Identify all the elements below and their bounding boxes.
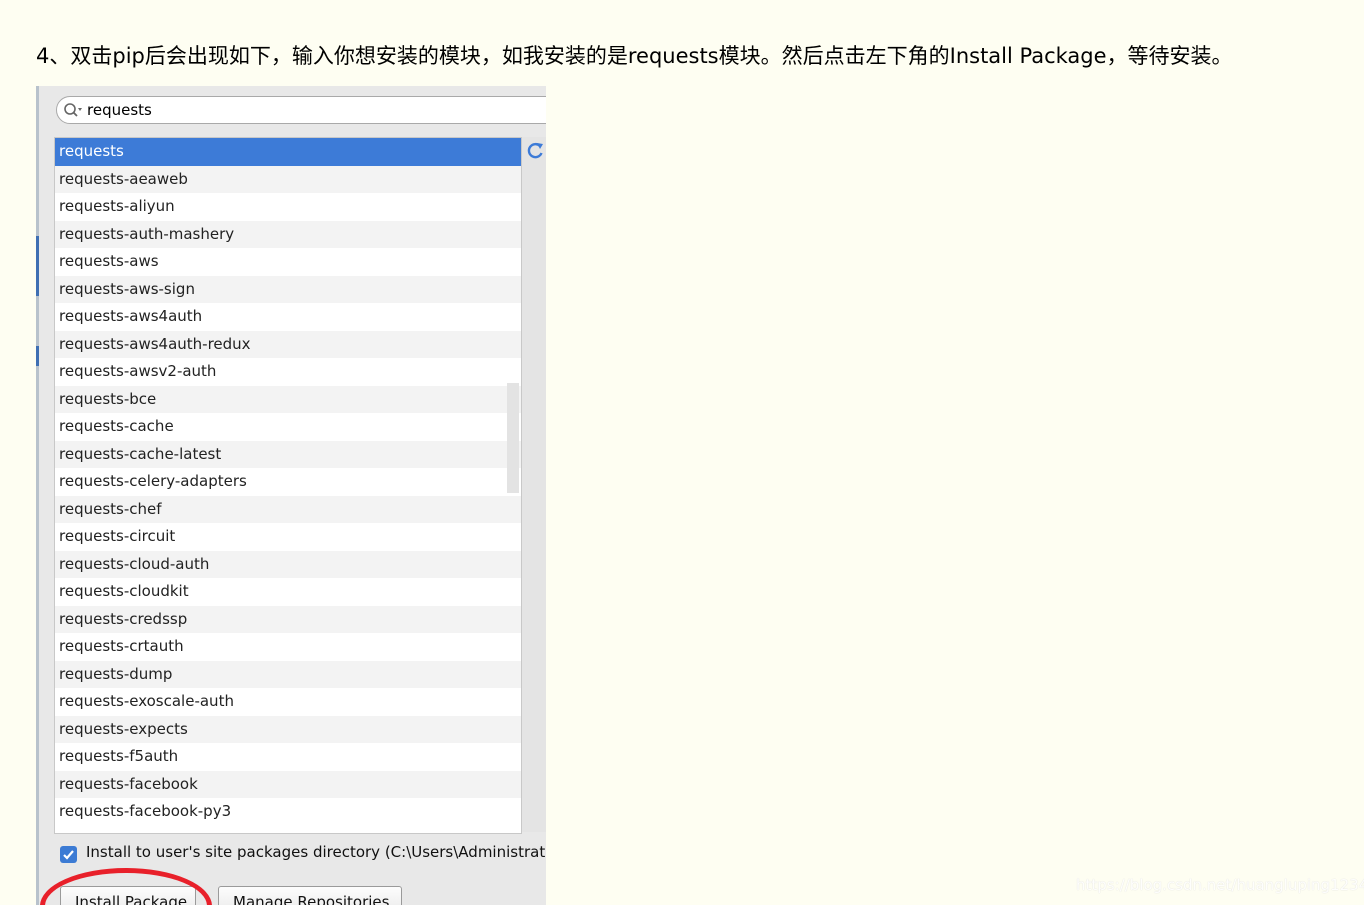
package-row[interactable]: requests-credssp <box>55 605 521 633</box>
package-row[interactable]: requests-cache-latest <box>55 440 521 468</box>
package-row[interactable]: requests-facebook-py3 <box>55 798 521 826</box>
package-row[interactable]: requests-crtauth <box>55 633 521 661</box>
package-row[interactable]: requests-aws4auth-redux <box>55 330 521 358</box>
instruction-text: 4、双击pip后会出现如下，输入你想安装的模块，如我安装的是requests模块… <box>36 44 1233 68</box>
search-icon[interactable] <box>61 97 83 123</box>
package-row[interactable]: requests-aws-sign <box>55 275 521 303</box>
refresh-icon[interactable] <box>525 141 545 161</box>
watermark: https://blog.csdn.net/huangluping12345 <box>1076 876 1364 894</box>
package-row[interactable]: requests-celery-adapters <box>55 468 521 496</box>
package-row[interactable]: requests-cloud-auth <box>55 550 521 578</box>
package-row[interactable]: requests-circuit <box>55 523 521 551</box>
package-row[interactable]: requests-auth-mashery <box>55 220 521 248</box>
package-row[interactable]: requests-bce <box>55 385 521 413</box>
package-row[interactable]: requests-cloudkit <box>55 578 521 606</box>
package-row[interactable]: requests-chef <box>55 495 521 523</box>
package-row[interactable]: requests <box>55 138 521 166</box>
side-panel <box>522 137 546 832</box>
available-packages-dialog: requests requests requests-aeaweb requests… <box>36 86 546 905</box>
window-edge <box>36 86 39 905</box>
package-row[interactable]: requests-cache <box>55 413 521 441</box>
package-list[interactable]: requests requests-aeaweb requests-aliyun re… <box>54 137 522 834</box>
package-row[interactable]: requests-aws4auth <box>55 303 521 331</box>
highlight-circle <box>40 868 212 905</box>
install-user-site-checkbox[interactable] <box>60 846 77 863</box>
package-row[interactable]: requests-facebook <box>55 770 521 798</box>
manage-repositories-button[interactable]: Manage Repositories <box>218 886 402 905</box>
package-row[interactable]: requests-dump <box>55 660 521 688</box>
search-input[interactable]: requests <box>56 96 546 124</box>
checkmark-icon <box>63 850 74 860</box>
scrollbar-thumb[interactable] <box>507 383 519 493</box>
install-user-site-label: Install to user's site packages director… <box>86 843 546 861</box>
package-row[interactable]: requests-aliyun <box>55 193 521 221</box>
package-row[interactable]: requests-aeaweb <box>55 165 521 193</box>
package-row[interactable]: requests-expects <box>55 715 521 743</box>
package-row[interactable]: requests-f5auth <box>55 743 521 771</box>
package-row[interactable]: requests-awsv2-auth <box>55 358 521 386</box>
search-value: requests <box>87 101 152 119</box>
package-row[interactable]: requests-aws <box>55 248 521 276</box>
package-row[interactable]: requests-exoscale-auth <box>55 688 521 716</box>
